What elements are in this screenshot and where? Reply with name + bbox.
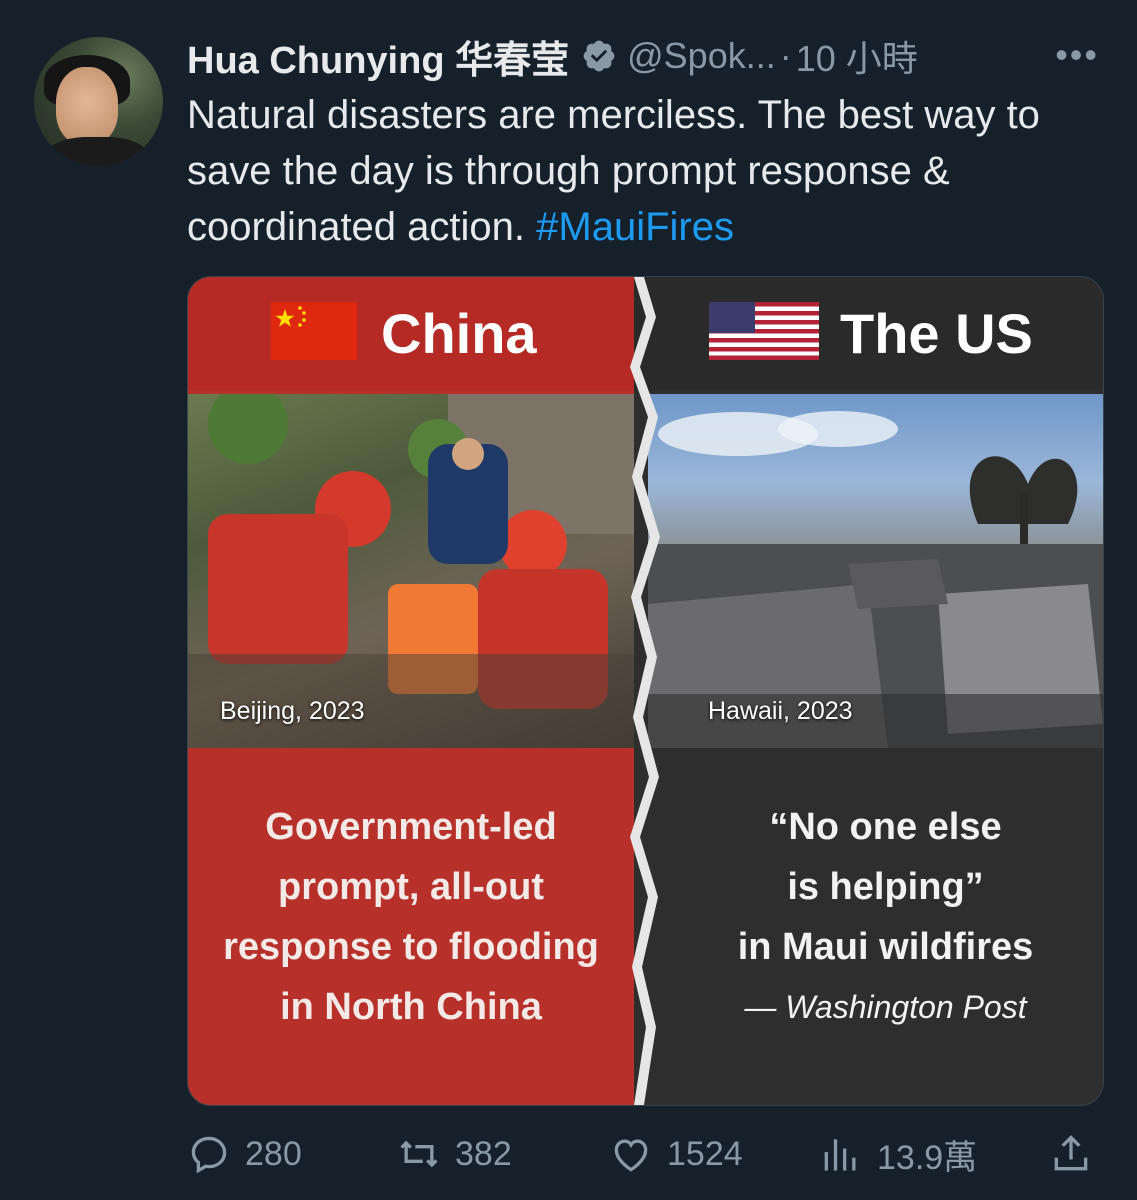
like-icon — [614, 1139, 648, 1172]
tweet-time[interactable]: 10 小時 — [796, 30, 918, 82]
torn-paper-divider — [630, 277, 660, 1105]
author-avatar[interactable] — [34, 37, 163, 166]
repost-count: 382 — [455, 1134, 512, 1173]
china-flag-icon — [271, 302, 357, 360]
tweet-header: Hua Chunying 华春莹 @Spok... · 10 小時 ••• — [187, 30, 1117, 82]
reply-count: 280 — [245, 1134, 302, 1173]
tweet-text: Natural disasters are merciless. The bes… — [187, 87, 1087, 255]
views-count: 13.9萬 — [877, 1138, 978, 1177]
like-count: 1524 — [667, 1134, 743, 1173]
views-button[interactable]: 13.9萬 — [819, 1128, 977, 1180]
more-icon[interactable]: ••• — [1055, 34, 1099, 76]
china-headline-line: in North China — [280, 986, 542, 1028]
tweet-actions: 280 382 1524 13.9萬 — [187, 1128, 1102, 1180]
author-handle[interactable]: @Spok... — [627, 35, 776, 77]
reply-icon — [191, 1136, 227, 1174]
china-headline-line: Government-led — [265, 806, 557, 848]
china-headline-line: response to flooding — [223, 926, 599, 968]
repost-icon — [400, 1140, 438, 1168]
hawaii-fire-photo: Hawaii, 2023 — [648, 394, 1103, 748]
us-headline-source: — Washington Post — [744, 989, 1027, 1025]
us-label: The US — [840, 302, 1033, 365]
avatar-body — [42, 137, 152, 166]
hawaii-caption: Hawaii, 2023 — [708, 697, 853, 725]
us-flag-icon — [709, 302, 819, 360]
share-icon — [1054, 1135, 1088, 1171]
tweet-image-card[interactable]: China The US Beijing, 2023 Hawaii, 2023 … — [187, 276, 1104, 1106]
us-headline: “No one else is helping” in Maui wildfir… — [668, 797, 1103, 1037]
us-headline-line: “No one else — [769, 806, 1002, 848]
repost-button[interactable]: 382 — [397, 1128, 512, 1180]
beijing-flood-photo: Beijing, 2023 — [188, 394, 634, 748]
share-button[interactable] — [1049, 1128, 1107, 1180]
beijing-caption: Beijing, 2023 — [220, 697, 365, 725]
verified-badge-icon — [581, 38, 617, 74]
china-headline-line: prompt, all-out — [278, 866, 544, 908]
views-icon — [824, 1139, 856, 1171]
separator-dot: · — [779, 35, 792, 76]
reply-button[interactable]: 280 — [187, 1128, 302, 1180]
us-headline-line: is helping” — [787, 866, 984, 908]
china-headline: Government-led prompt, all-out response … — [188, 797, 634, 1037]
hashtag-link[interactable]: #MauiFires — [536, 205, 734, 249]
author-name[interactable]: Hua Chunying 华春莹 — [187, 29, 569, 84]
us-headline-line: in Maui wildfires — [737, 926, 1034, 968]
like-button[interactable]: 1524 — [609, 1128, 743, 1180]
avatar-face — [56, 67, 118, 145]
china-label: China — [381, 302, 537, 365]
